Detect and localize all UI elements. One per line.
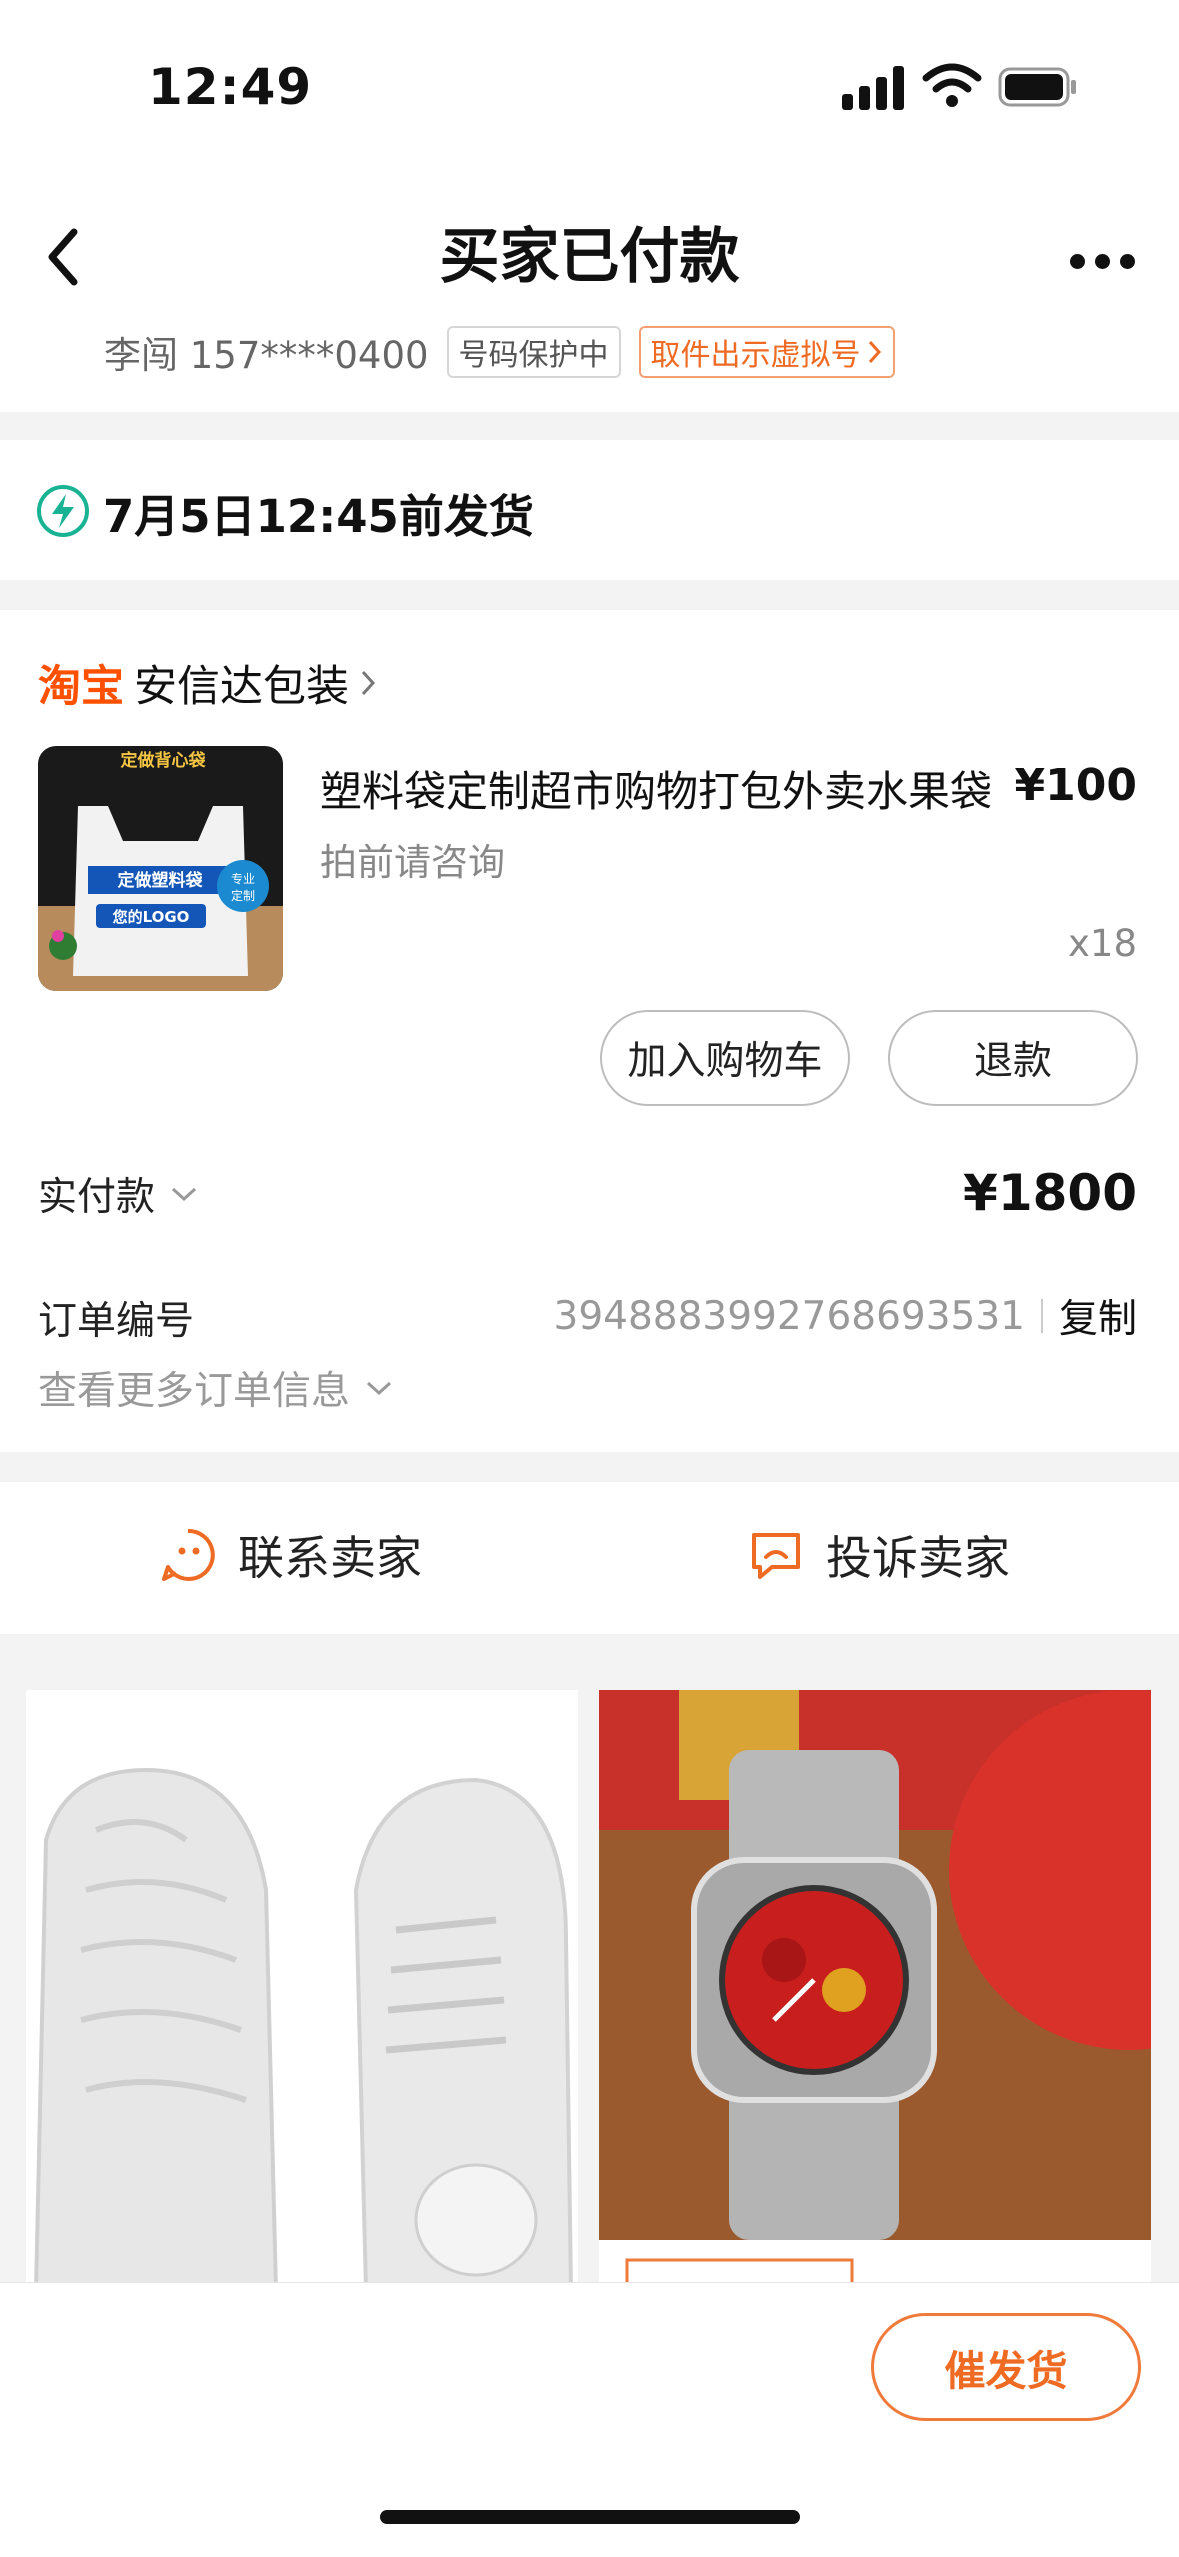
battery-icon (998, 67, 1076, 107)
order-number-label: 订单编号 (38, 1299, 195, 1344)
wifi-icon (922, 63, 982, 107)
shoe-product-image (26, 1690, 578, 2290)
watch-product-image (599, 1690, 1151, 2290)
product-price: ¥100 (1014, 760, 1137, 811)
contact-seller-button[interactable]: 联系卖家 (160, 1522, 422, 1588)
chevron-right-icon (868, 340, 881, 364)
top-area: 12:49 买家已付款 李闯 157****0400 号码保护中 取件出示虚拟号 (0, 0, 1179, 412)
paid-label-toggle[interactable]: 实付款 (38, 1166, 199, 1222)
bag-product-image: 定做背心袋 定做塑料袋 您的LOGO 专业 定制 (38, 746, 283, 991)
status-time: 12:49 (148, 58, 313, 116)
home-indicator (380, 2510, 800, 2524)
divider (1040, 1299, 1043, 1333)
virtual-number-tag[interactable]: 取件出示虚拟号 (638, 326, 895, 378)
complain-seller-label: 投诉卖家 (826, 1531, 1010, 1585)
more-order-info-toggle[interactable]: 查看更多订单信息 (38, 1360, 394, 1416)
more-order-info-label: 查看更多订单信息 (38, 1369, 351, 1414)
order-number-row: 3948883992768693531 复制 (554, 1288, 1137, 1344)
buyer-name-phone: 李闯 157****0400 (104, 334, 429, 377)
order-number: 3948883992768693531 (553, 1293, 1025, 1339)
chevron-down-icon (172, 1187, 197, 1202)
virtual-number-label: 取件出示虚拟号 (650, 338, 861, 373)
thumb-text-5: 定制 (231, 888, 255, 903)
contact-seller-label: 联系卖家 (238, 1531, 422, 1585)
thumb-text-1: 定做背心袋 (121, 750, 207, 771)
lightning-icon (37, 485, 89, 537)
shipping-deadline: 7月5日12:45前发货 (103, 490, 534, 543)
thumb-text-3: 您的LOGO (112, 908, 190, 926)
cellular-signal-icon (842, 66, 906, 110)
thumb-text-2: 定做塑料袋 (118, 870, 204, 891)
complaint-chat-icon (752, 1533, 800, 1579)
shop-link[interactable]: 淘宝 安信达包装 (38, 652, 377, 714)
more-options-icon[interactable] (1068, 236, 1138, 286)
refund-button[interactable]: 退款 (888, 1010, 1138, 1106)
thumb-text-4: 专业 (231, 871, 255, 886)
recommended-item-shoes[interactable] (26, 1690, 578, 2290)
taobao-brand: 淘宝 (38, 662, 124, 712)
chat-face-icon (162, 1528, 215, 1581)
privacy-tag: 号码保护中 (446, 326, 621, 378)
chevron-right-icon (361, 670, 376, 696)
chevron-down-icon (367, 1381, 392, 1396)
product-note: 拍前请咨询 (320, 841, 505, 884)
buyer-phone-line: 李闯 157****0400 号码保护中 取件出示虚拟号 (104, 325, 895, 379)
copy-button[interactable]: 复制 (1059, 1288, 1137, 1344)
contact-card: 联系卖家 投诉卖家 (0, 1482, 1179, 1634)
paid-amount: ¥1800 (963, 1164, 1137, 1222)
shipping-deadline-card: 7月5日12:45前发货 (0, 440, 1179, 580)
page-title: 买家已付款 (439, 222, 740, 292)
product-thumbnail[interactable]: 定做背心袋 定做塑料袋 您的LOGO 专业 定制 (38, 746, 283, 991)
recommended-item-watch[interactable] (599, 1690, 1151, 2290)
product-quantity: x18 (1068, 922, 1137, 965)
urge-shipping-button[interactable]: 催发货 (871, 2313, 1141, 2421)
paid-label: 实付款 (38, 1175, 156, 1220)
shop-name: 安信达包装 (134, 662, 349, 712)
complain-seller-button[interactable]: 投诉卖家 (748, 1522, 1010, 1588)
product-title[interactable]: 塑料袋定制超市购物打包外卖水果袋 (320, 758, 992, 819)
order-card: 淘宝 安信达包装 定做背心袋 定做塑料袋 您的LOGO 专业 定制 塑料袋定制超… (0, 610, 1179, 1452)
add-to-cart-button[interactable]: 加入购物车 (600, 1010, 850, 1106)
